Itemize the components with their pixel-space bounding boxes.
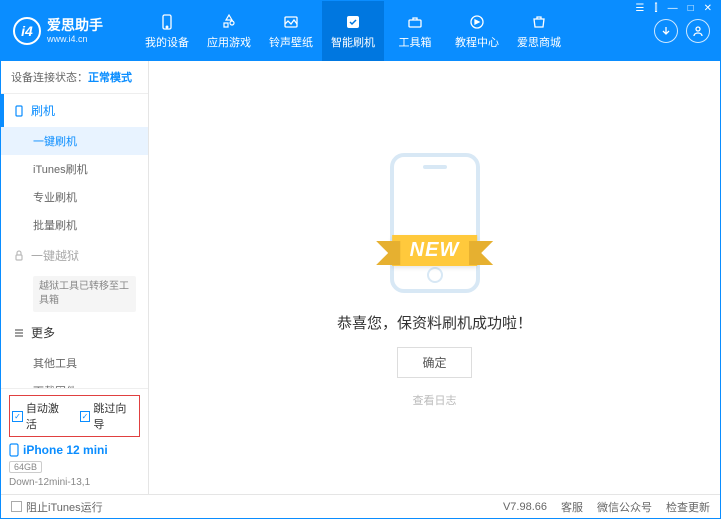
download-button[interactable] bbox=[654, 19, 678, 43]
maximize-button[interactable]: □ bbox=[686, 3, 696, 14]
version-label: V7.98.66 bbox=[503, 501, 547, 513]
apps-icon bbox=[220, 13, 238, 31]
checkbox-label: 自动激活 bbox=[26, 400, 70, 432]
checkbox-block-itunes[interactable]: 阻止iTunes运行 bbox=[11, 499, 103, 515]
nav-apps[interactable]: 应用游戏 bbox=[198, 1, 260, 61]
nav-label: 应用游戏 bbox=[207, 34, 251, 50]
section-title: 更多 bbox=[31, 324, 55, 341]
nav-my-device[interactable]: 我的设备 bbox=[136, 1, 198, 61]
toolbox-icon bbox=[406, 13, 424, 31]
header-actions bbox=[654, 19, 720, 43]
lock-icon bbox=[13, 250, 25, 262]
menu-icon bbox=[13, 327, 25, 339]
device-model: Down-12mini-13,1 bbox=[9, 477, 140, 488]
sidebar-item-download-fw[interactable]: 下载固件 bbox=[1, 377, 148, 388]
connection-status: 设备连接状态：正常模式 bbox=[1, 61, 148, 94]
phone-graphic bbox=[390, 153, 480, 293]
header: i4 爱思助手 www.i4.cn 我的设备 应用游戏 铃声壁纸 智能刷机 bbox=[1, 1, 720, 61]
app-url: www.i4.cn bbox=[47, 34, 103, 44]
footer: 阻止iTunes运行 V7.98.66 客服 微信公众号 检查更新 bbox=[1, 494, 720, 518]
view-log-link[interactable]: 查看日志 bbox=[413, 392, 457, 408]
ok-button[interactable]: 确定 bbox=[397, 347, 471, 378]
nav-label: 爱思商城 bbox=[517, 34, 561, 50]
tutorial-icon bbox=[468, 13, 486, 31]
section-title: 一键越狱 bbox=[31, 247, 79, 264]
options-row: ✓自动激活 ✓跳过向导 bbox=[9, 395, 140, 437]
sidebar-item-oneclick-flash[interactable]: 一键刷机 bbox=[1, 127, 148, 155]
phone-icon bbox=[13, 105, 25, 117]
footer-link-service[interactable]: 客服 bbox=[561, 499, 583, 515]
section-title: 刷机 bbox=[31, 102, 55, 119]
nav-toolbox[interactable]: 工具箱 bbox=[384, 1, 446, 61]
nav-tutorials[interactable]: 教程中心 bbox=[446, 1, 508, 61]
nav-label: 教程中心 bbox=[455, 34, 499, 50]
footer-link-update[interactable]: 检查更新 bbox=[666, 499, 710, 515]
sidebar-item-pro-flash[interactable]: 专业刷机 bbox=[1, 183, 148, 211]
wallpaper-icon bbox=[282, 13, 300, 31]
window-controls: ☰ ⫿ — □ ✕ bbox=[633, 3, 714, 14]
minimize-button[interactable]: — bbox=[666, 3, 680, 14]
logo-icon: i4 bbox=[13, 17, 41, 45]
nav-store[interactable]: 爱思商城 bbox=[508, 1, 570, 61]
footer-link-wechat[interactable]: 微信公众号 bbox=[597, 499, 652, 515]
jailbreak-note: 越狱工具已转移至工具箱 bbox=[33, 276, 136, 312]
device-name[interactable]: iPhone 12 mini bbox=[9, 443, 140, 457]
main-content: NEW 恭喜您，保资料刷机成功啦！ 确定 查看日志 bbox=[149, 61, 720, 494]
lock-icon[interactable]: ⫿ bbox=[652, 3, 659, 14]
close-button[interactable]: ✕ bbox=[702, 3, 714, 14]
phone-icon bbox=[9, 443, 19, 457]
status-label: 设备连接状态： bbox=[11, 72, 88, 84]
status-value: 正常模式 bbox=[88, 72, 132, 84]
sidebar: 设备连接状态：正常模式 刷机 一键刷机 iTunes刷机 专业刷机 批量刷机 一… bbox=[1, 61, 149, 494]
app-name: 爱思助手 bbox=[47, 18, 103, 33]
sidebar-section-flash[interactable]: 刷机 bbox=[1, 94, 148, 127]
storage-badge: 64GB bbox=[9, 461, 42, 473]
flash-icon bbox=[344, 13, 362, 31]
store-icon bbox=[530, 13, 548, 31]
checkbox-skip-guide[interactable]: ✓跳过向导 bbox=[80, 400, 138, 432]
app-logo: i4 爱思助手 www.i4.cn bbox=[1, 17, 136, 45]
nav-flash[interactable]: 智能刷机 bbox=[322, 1, 384, 61]
nav-label: 工具箱 bbox=[399, 34, 432, 50]
success-illustration: NEW bbox=[355, 148, 515, 298]
sidebar-section-more[interactable]: 更多 bbox=[1, 316, 148, 349]
sidebar-section-jailbreak: 一键越狱 bbox=[1, 239, 148, 272]
nav-label: 智能刷机 bbox=[331, 34, 375, 50]
success-message: 恭喜您，保资料刷机成功啦！ bbox=[337, 312, 532, 333]
checkbox-auto-activate[interactable]: ✓自动激活 bbox=[12, 400, 70, 432]
phone-icon bbox=[158, 13, 176, 31]
new-ribbon: NEW bbox=[392, 235, 478, 266]
user-button[interactable] bbox=[686, 19, 710, 43]
sidebar-item-batch-flash[interactable]: 批量刷机 bbox=[1, 211, 148, 239]
device-label: iPhone 12 mini bbox=[23, 443, 108, 457]
menu-icon[interactable]: ☰ bbox=[633, 3, 646, 14]
nav-label: 我的设备 bbox=[145, 34, 189, 50]
nav-ringtones[interactable]: 铃声壁纸 bbox=[260, 1, 322, 61]
nav-label: 铃声壁纸 bbox=[269, 34, 313, 50]
sidebar-bottom: ✓自动激活 ✓跳过向导 iPhone 12 mini 64GB Down-12m… bbox=[1, 388, 148, 494]
checkbox-label: 阻止iTunes运行 bbox=[26, 499, 103, 515]
sidebar-item-other-tools[interactable]: 其他工具 bbox=[1, 349, 148, 377]
sidebar-item-itunes-flash[interactable]: iTunes刷机 bbox=[1, 155, 148, 183]
main-nav: 我的设备 应用游戏 铃声壁纸 智能刷机 工具箱 教程中心 bbox=[136, 1, 654, 61]
checkbox-label: 跳过向导 bbox=[93, 400, 137, 432]
